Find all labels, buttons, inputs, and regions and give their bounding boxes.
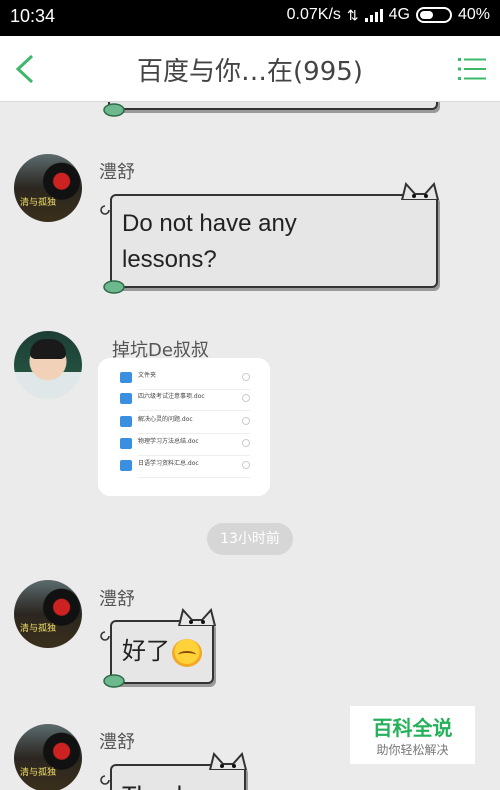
message-bubble[interactable]: Do not have any lessons? <box>110 194 438 288</box>
file-item[interactable]: 日语学习资料汇总.doc <box>120 458 250 478</box>
list-menu-icon[interactable] <box>458 56 486 82</box>
network-speed: 0.07K/s <box>286 6 341 23</box>
message-bubble[interactable]: 好了 <box>110 620 214 684</box>
status-time: 10:34 <box>10 6 56 26</box>
curl-decoration-icon <box>100 631 110 641</box>
select-circle-icon[interactable] <box>242 439 250 447</box>
message-text: 好了 <box>122 638 170 665</box>
file-item[interactable]: 文件夹 <box>120 370 250 390</box>
file-list-card[interactable]: 文件夹 四六级考试注意事项.doc 解决心灵的问题.doc 物理学习方法总结.d… <box>98 358 270 496</box>
cat-ears-decoration-icon <box>177 608 217 626</box>
message-text: lessons? <box>122 246 217 273</box>
timestamp-pill: 13小时前 <box>207 523 293 555</box>
avatar[interactable]: 清与孤独 <box>14 154 82 222</box>
message-text: Do not have any <box>122 210 297 237</box>
file-name: 解决心灵的问题.doc <box>138 416 193 423</box>
chat-header: 百度与你…在(995) <box>0 36 500 102</box>
status-right: 0.07K/s ⇅ 4G 40% <box>287 6 490 24</box>
smiling-face-emoji-icon <box>172 638 202 667</box>
document-icon <box>120 416 132 427</box>
file-name: 文件夹 <box>138 372 157 379</box>
watermark-logo: 百科全说 助你轻松解决 <box>350 706 475 764</box>
avatar[interactable]: 清与孤独 <box>14 580 82 648</box>
chat-title: 百度与你…在(995) <box>137 57 363 87</box>
curl-decoration-icon <box>100 775 110 785</box>
chevron-left-icon[interactable] <box>12 53 38 85</box>
curl-decoration-icon <box>100 205 110 215</box>
document-icon <box>120 393 132 404</box>
network-type: 4G <box>388 6 410 23</box>
battery-icon <box>415 7 452 23</box>
previous-message-bubble <box>108 102 438 110</box>
select-circle-icon[interactable] <box>242 373 250 381</box>
select-circle-icon[interactable] <box>242 417 250 425</box>
document-icon <box>120 460 132 471</box>
watermark-title: 百科全说 <box>372 716 453 740</box>
file-item[interactable]: 物理学习方法总结.doc <box>120 436 250 456</box>
leaf-decoration-icon <box>103 280 125 294</box>
document-icon <box>120 438 132 449</box>
file-name: 日语学习资料汇总.doc <box>138 460 199 467</box>
watermark-subtitle: 助你轻松解决 <box>376 743 449 757</box>
cat-ears-decoration-icon <box>400 182 440 200</box>
leaf-decoration-icon <box>103 674 125 688</box>
sender-name: 澧舒 <box>99 732 135 753</box>
avatar[interactable]: 清与孤独 <box>14 724 82 790</box>
battery-level: 40% <box>457 6 490 23</box>
file-item[interactable]: 四六级考试注意事项.doc <box>120 391 250 411</box>
sender-name: 澧舒 <box>99 162 135 183</box>
data-transfer-icon: ⇅ <box>346 6 359 23</box>
message-list[interactable]: 清与孤独 澧舒 Do not have any lessons? 掉坑De叔叔 … <box>0 102 500 790</box>
cat-ears-decoration-icon <box>208 752 248 770</box>
document-icon <box>120 372 132 383</box>
file-name: 物理学习方法总结.doc <box>138 438 199 445</box>
leaf-decoration-icon <box>103 103 125 117</box>
file-item[interactable]: 解决心灵的问题.doc <box>120 414 250 434</box>
status-bar: 10:34 0.07K/s ⇅ 4G 40% <box>0 0 500 36</box>
select-circle-icon[interactable] <box>242 461 250 469</box>
message-text: Thankyou <box>122 778 227 790</box>
avatar[interactable] <box>14 331 82 399</box>
file-name: 四六级考试注意事项.doc <box>138 393 205 400</box>
signal-icon <box>364 8 383 22</box>
sender-name: 澧舒 <box>99 589 135 610</box>
select-circle-icon[interactable] <box>242 394 250 402</box>
